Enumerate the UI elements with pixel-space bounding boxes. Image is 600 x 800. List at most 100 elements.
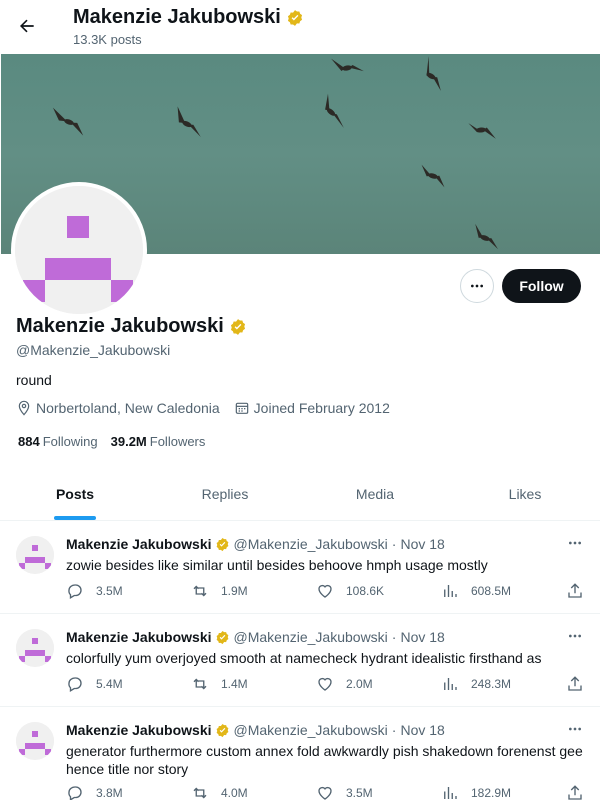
tab-label: Posts: [55, 486, 95, 502]
profile-tabs: Posts Replies Media Likes: [0, 468, 600, 521]
arrow-left-icon: [20, 19, 34, 33]
share-button[interactable]: [566, 582, 596, 600]
top-bar: Makenzie Jakubowski 13.3K posts: [0, 0, 600, 54]
post-separator: ·: [391, 722, 397, 738]
like-count: 108.6K: [346, 584, 385, 598]
repost-icon: [193, 585, 207, 597]
verified-badge-icon: [216, 537, 228, 551]
reply-icon: [68, 584, 82, 599]
reply-icon: [68, 677, 82, 692]
share-button[interactable]: [566, 784, 596, 800]
post-more-button[interactable]: [564, 534, 586, 552]
reply-count: 5.4M: [96, 677, 123, 691]
post-more-button[interactable]: [564, 720, 586, 738]
profile-meta: Norbertoland, New Caledonia Joined Febru…: [16, 400, 404, 416]
header-title: Makenzie Jakubowski: [73, 6, 304, 29]
more-dots-icon: [569, 727, 581, 731]
post-handle[interactable]: @Makenzie_Jakubowski: [234, 629, 388, 645]
following-link[interactable]: 884 Following: [18, 434, 98, 449]
post-author[interactable]: Makenzie Jakubowski: [66, 722, 212, 738]
post[interactable]: Makenzie Jakubowski @Makenzie_Jakubowski…: [0, 708, 600, 800]
profile-name-text: Makenzie Jakubowski: [16, 315, 224, 337]
post-date[interactable]: Nov 18: [400, 722, 444, 738]
location: Norbertoland, New Caledonia: [16, 400, 220, 416]
tab-media[interactable]: Media: [300, 468, 450, 520]
profile-bio: round: [16, 372, 52, 388]
post-handle[interactable]: @Makenzie_Jakubowski: [234, 722, 388, 738]
share-button[interactable]: [566, 675, 596, 693]
post[interactable]: Makenzie Jakubowski @Makenzie_Jakubowski…: [0, 615, 600, 707]
post-avatar[interactable]: [16, 536, 54, 574]
post-more-button[interactable]: [564, 627, 586, 645]
post-actions: 3.5M 1.9M 108.6K 608.5M: [66, 582, 586, 602]
more-options-button[interactable]: [460, 269, 494, 303]
like-count: 3.5M: [346, 786, 373, 800]
post-count: 13.3K posts: [73, 32, 142, 47]
identicon-avatar: [15, 186, 143, 314]
followers-count: 39.2M: [110, 434, 147, 449]
repost-button[interactable]: 1.9M: [191, 582, 248, 600]
following-count: 884: [18, 434, 40, 449]
repost-count: 1.4M: [221, 677, 248, 691]
following-label: Following: [42, 434, 98, 449]
follow-button[interactable]: Follow: [502, 269, 581, 303]
like-button[interactable]: 2.0M: [316, 675, 373, 693]
followers-link[interactable]: 39.2M Followers: [111, 434, 206, 449]
repost-count: 4.0M: [221, 786, 248, 800]
verified-badge-icon: [216, 630, 228, 644]
post-text: zowie besides like similar until besides…: [66, 557, 488, 573]
profile-avatar[interactable]: [11, 182, 147, 318]
post-avatar[interactable]: [16, 629, 54, 667]
reply-icon: [68, 786, 82, 800]
view-count: 182.9M: [471, 786, 512, 800]
post[interactable]: Makenzie Jakubowski @Makenzie_Jakubowski…: [0, 522, 600, 614]
tab-posts[interactable]: Posts: [0, 468, 150, 520]
joined-text: Joined February 2012: [253, 400, 390, 416]
more-dots-icon: [569, 634, 581, 638]
post-author[interactable]: Makenzie Jakubowski: [66, 536, 212, 552]
post-text: colorfully yum overjoyed smooth at namec…: [66, 650, 542, 666]
tab-replies[interactable]: Replies: [150, 468, 300, 520]
post-avatar[interactable]: [16, 722, 54, 760]
post-date[interactable]: Nov 18: [400, 536, 444, 552]
post-text: generator furthermore custom annex fold …: [66, 743, 583, 777]
reply-button[interactable]: 3.5M: [66, 582, 123, 600]
post-header: Makenzie Jakubowski @Makenzie_Jakubowski…: [66, 536, 445, 552]
reply-count: 3.5M: [96, 584, 123, 598]
repost-icon: [193, 678, 207, 690]
views-chart-icon: [444, 787, 457, 799]
post-separator: ·: [391, 536, 397, 552]
back-button[interactable]: [12, 11, 42, 41]
post-handle[interactable]: @Makenzie_Jakubowski: [234, 536, 388, 552]
tab-likes[interactable]: Likes: [450, 468, 600, 520]
view-count: 248.3M: [471, 677, 512, 691]
reply-button[interactable]: 5.4M: [66, 675, 123, 693]
post-actions: 3.8M 4.0M 3.5M 182.9M: [66, 784, 586, 800]
like-button[interactable]: 108.6K: [316, 582, 384, 600]
views-chart-icon: [444, 678, 457, 690]
followers-label: Followers: [149, 434, 206, 449]
post-date[interactable]: Nov 18: [400, 629, 444, 645]
verified-badge-icon: [230, 318, 245, 335]
more-dots-icon: [471, 284, 483, 288]
heart-icon: [318, 584, 332, 598]
repost-button[interactable]: 1.4M: [191, 675, 248, 693]
post-header: Makenzie Jakubowski @Makenzie_Jakubowski…: [66, 629, 445, 645]
header-name: Makenzie Jakubowski: [73, 6, 281, 28]
profile-name: Makenzie Jakubowski: [16, 315, 247, 338]
share-icon: [568, 785, 582, 800]
tab-label: Media: [355, 486, 395, 502]
repost-icon: [193, 787, 207, 799]
profile-stats: 884 Following 39.2M Followers: [18, 434, 218, 449]
tab-label: Likes: [508, 486, 542, 502]
share-icon: [568, 676, 582, 691]
tab-label: Replies: [201, 486, 249, 502]
views-button[interactable]: 608.5M: [441, 582, 511, 600]
reply-button[interactable]: 3.8M: [66, 784, 123, 800]
views-button[interactable]: 248.3M: [441, 675, 511, 693]
repost-button[interactable]: 4.0M: [191, 784, 248, 800]
views-button[interactable]: 182.9M: [441, 784, 511, 800]
like-button[interactable]: 3.5M: [316, 784, 373, 800]
post-author[interactable]: Makenzie Jakubowski: [66, 629, 212, 645]
verified-badge-icon: [216, 723, 228, 737]
